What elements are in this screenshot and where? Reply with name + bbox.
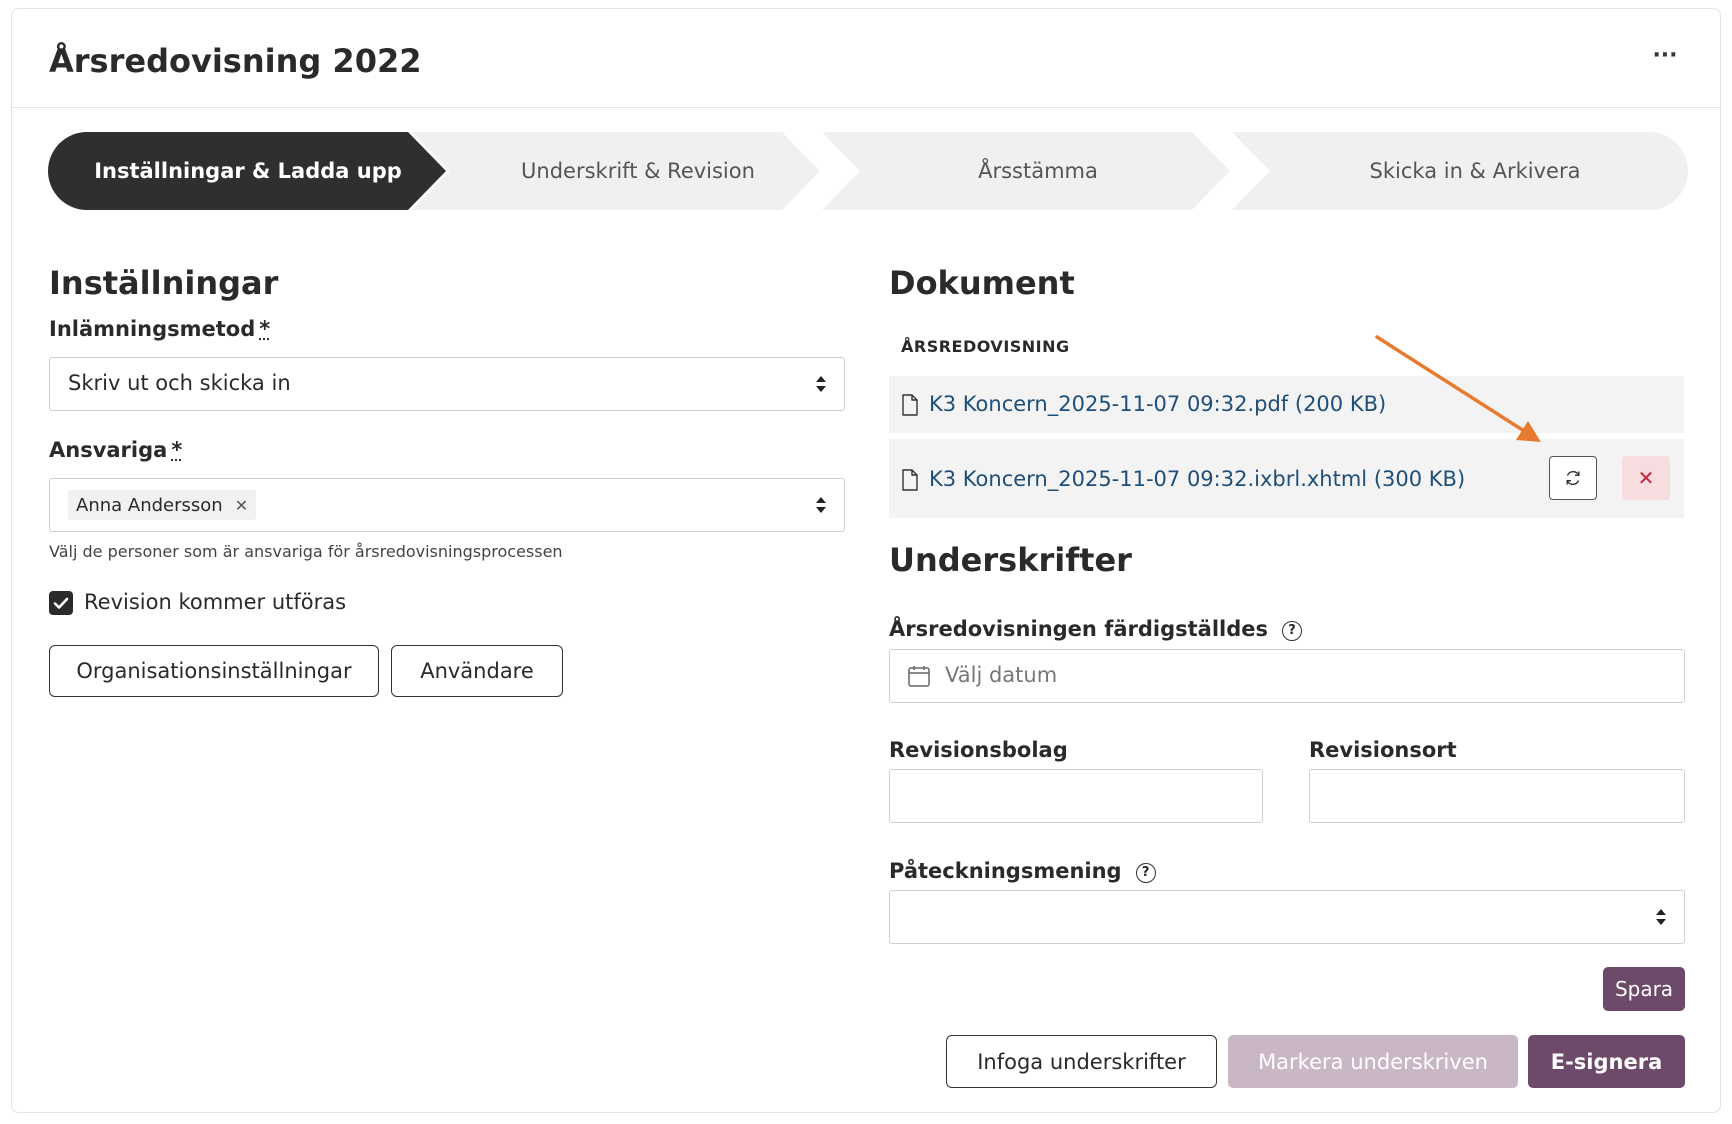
refresh-icon (1566, 470, 1580, 486)
checkmark-icon (53, 597, 69, 609)
step-settings-upload[interactable]: Inställningar & Ladda upp (48, 132, 448, 210)
step-submit-archive[interactable]: Skicka in & Arkivera (1232, 132, 1688, 210)
responsible-tag-label: Anna Andersson (76, 494, 223, 516)
audit-firm-input[interactable] (889, 769, 1263, 823)
close-icon: ✕ (1637, 466, 1655, 490)
insert-signatures-button[interactable]: Infoga underskrifter (946, 1035, 1217, 1088)
completed-label: Årsredovisningen färdigställdes? (889, 617, 1302, 641)
method-label: Inlämningsmetod * (49, 317, 270, 341)
audit-firm-label: Revisionsbolag (889, 738, 1068, 762)
step-label: Årsstämma (978, 159, 1098, 183)
responsible-select[interactable]: Anna Andersson ✕ (49, 478, 845, 532)
organisation-settings-button[interactable]: Organisationsinställningar (49, 645, 379, 697)
revision-checkbox-label[interactable]: Revision kommer utföras (84, 590, 346, 614)
esign-button[interactable]: E-signera (1528, 1035, 1685, 1088)
sort-arrows-icon (816, 376, 826, 392)
endorsement-label: Påteckningsmening? (889, 859, 1156, 883)
revision-checkbox[interactable] (49, 591, 73, 615)
step-label: Underskrift & Revision (521, 159, 755, 183)
audit-city-label: Revisionsort (1309, 738, 1457, 762)
date-placeholder: Välj datum (945, 663, 1058, 687)
method-select-value: Skriv ut och skicka in (68, 371, 291, 395)
step-label: Inställningar & Ladda upp (94, 159, 402, 183)
completion-date-input[interactable]: Välj datum (889, 649, 1685, 703)
signatures-title: Underskrifter (889, 541, 1132, 579)
document-row: K3 Koncern_2025-11-07 09:32.pdf (200 KB) (889, 376, 1684, 433)
step-label: Skicka in & Arkivera (1369, 159, 1581, 183)
help-icon[interactable]: ? (1135, 863, 1156, 883)
audit-city-input[interactable] (1309, 769, 1685, 823)
required-mark: * (259, 317, 271, 341)
file-icon (902, 394, 918, 416)
document-link[interactable]: K3 Koncern_2025-11-07 09:32.ixbrl.xhtml … (929, 467, 1465, 491)
step-annual-meeting[interactable]: Årsstämma (822, 132, 1234, 210)
responsible-tag: Anna Andersson ✕ (68, 490, 257, 520)
remove-tag-icon[interactable]: ✕ (235, 496, 248, 515)
settings-title: Inställningar (49, 264, 279, 302)
completed-label-text: Årsredovisningen färdigställdes (889, 617, 1268, 641)
method-select[interactable]: Skriv ut och skicka in (49, 357, 845, 411)
annual-report-card: Årsredovisning 2022 ··· Inställningar & … (11, 8, 1721, 1113)
help-icon[interactable]: ? (1282, 621, 1302, 641)
method-label-text: Inlämningsmetod (49, 317, 256, 341)
users-button[interactable]: Användare (391, 645, 563, 697)
step-signature-revision[interactable]: Underskrift & Revision (412, 132, 824, 210)
responsible-label: Ansvariga * (49, 438, 182, 462)
page-title: Årsredovisning 2022 (49, 42, 422, 80)
process-stepper: Inställningar & Ladda upp Underskrift & … (48, 132, 1688, 210)
documents-title: Dokument (889, 264, 1075, 302)
endorsement-select[interactable] (889, 890, 1685, 944)
sort-arrows-icon (1656, 909, 1666, 925)
sort-arrows-icon (816, 497, 826, 513)
mark-signed-button: Markera underskriven (1228, 1035, 1518, 1088)
save-button[interactable]: Spara (1603, 967, 1685, 1011)
replace-file-button[interactable] (1549, 456, 1597, 500)
file-icon (902, 469, 918, 491)
card-header: Årsredovisning 2022 ··· (12, 9, 1720, 108)
calendar-icon (908, 666, 930, 687)
documents-subtitle: ÅRSREDOVISNING (901, 337, 1070, 356)
more-options-icon[interactable]: ··· (1650, 45, 1680, 69)
document-link[interactable]: K3 Koncern_2025-11-07 09:32.pdf (200 KB) (929, 392, 1386, 416)
delete-file-button[interactable]: ✕ (1622, 456, 1670, 500)
responsible-help-text: Välj de personer som är ansvariga för år… (49, 542, 563, 561)
responsible-label-text: Ansvariga (49, 438, 168, 462)
required-mark: * (171, 438, 183, 462)
endorsement-label-text: Påteckningsmening (889, 859, 1122, 883)
document-row: K3 Koncern_2025-11-07 09:32.ixbrl.xhtml … (889, 439, 1684, 518)
